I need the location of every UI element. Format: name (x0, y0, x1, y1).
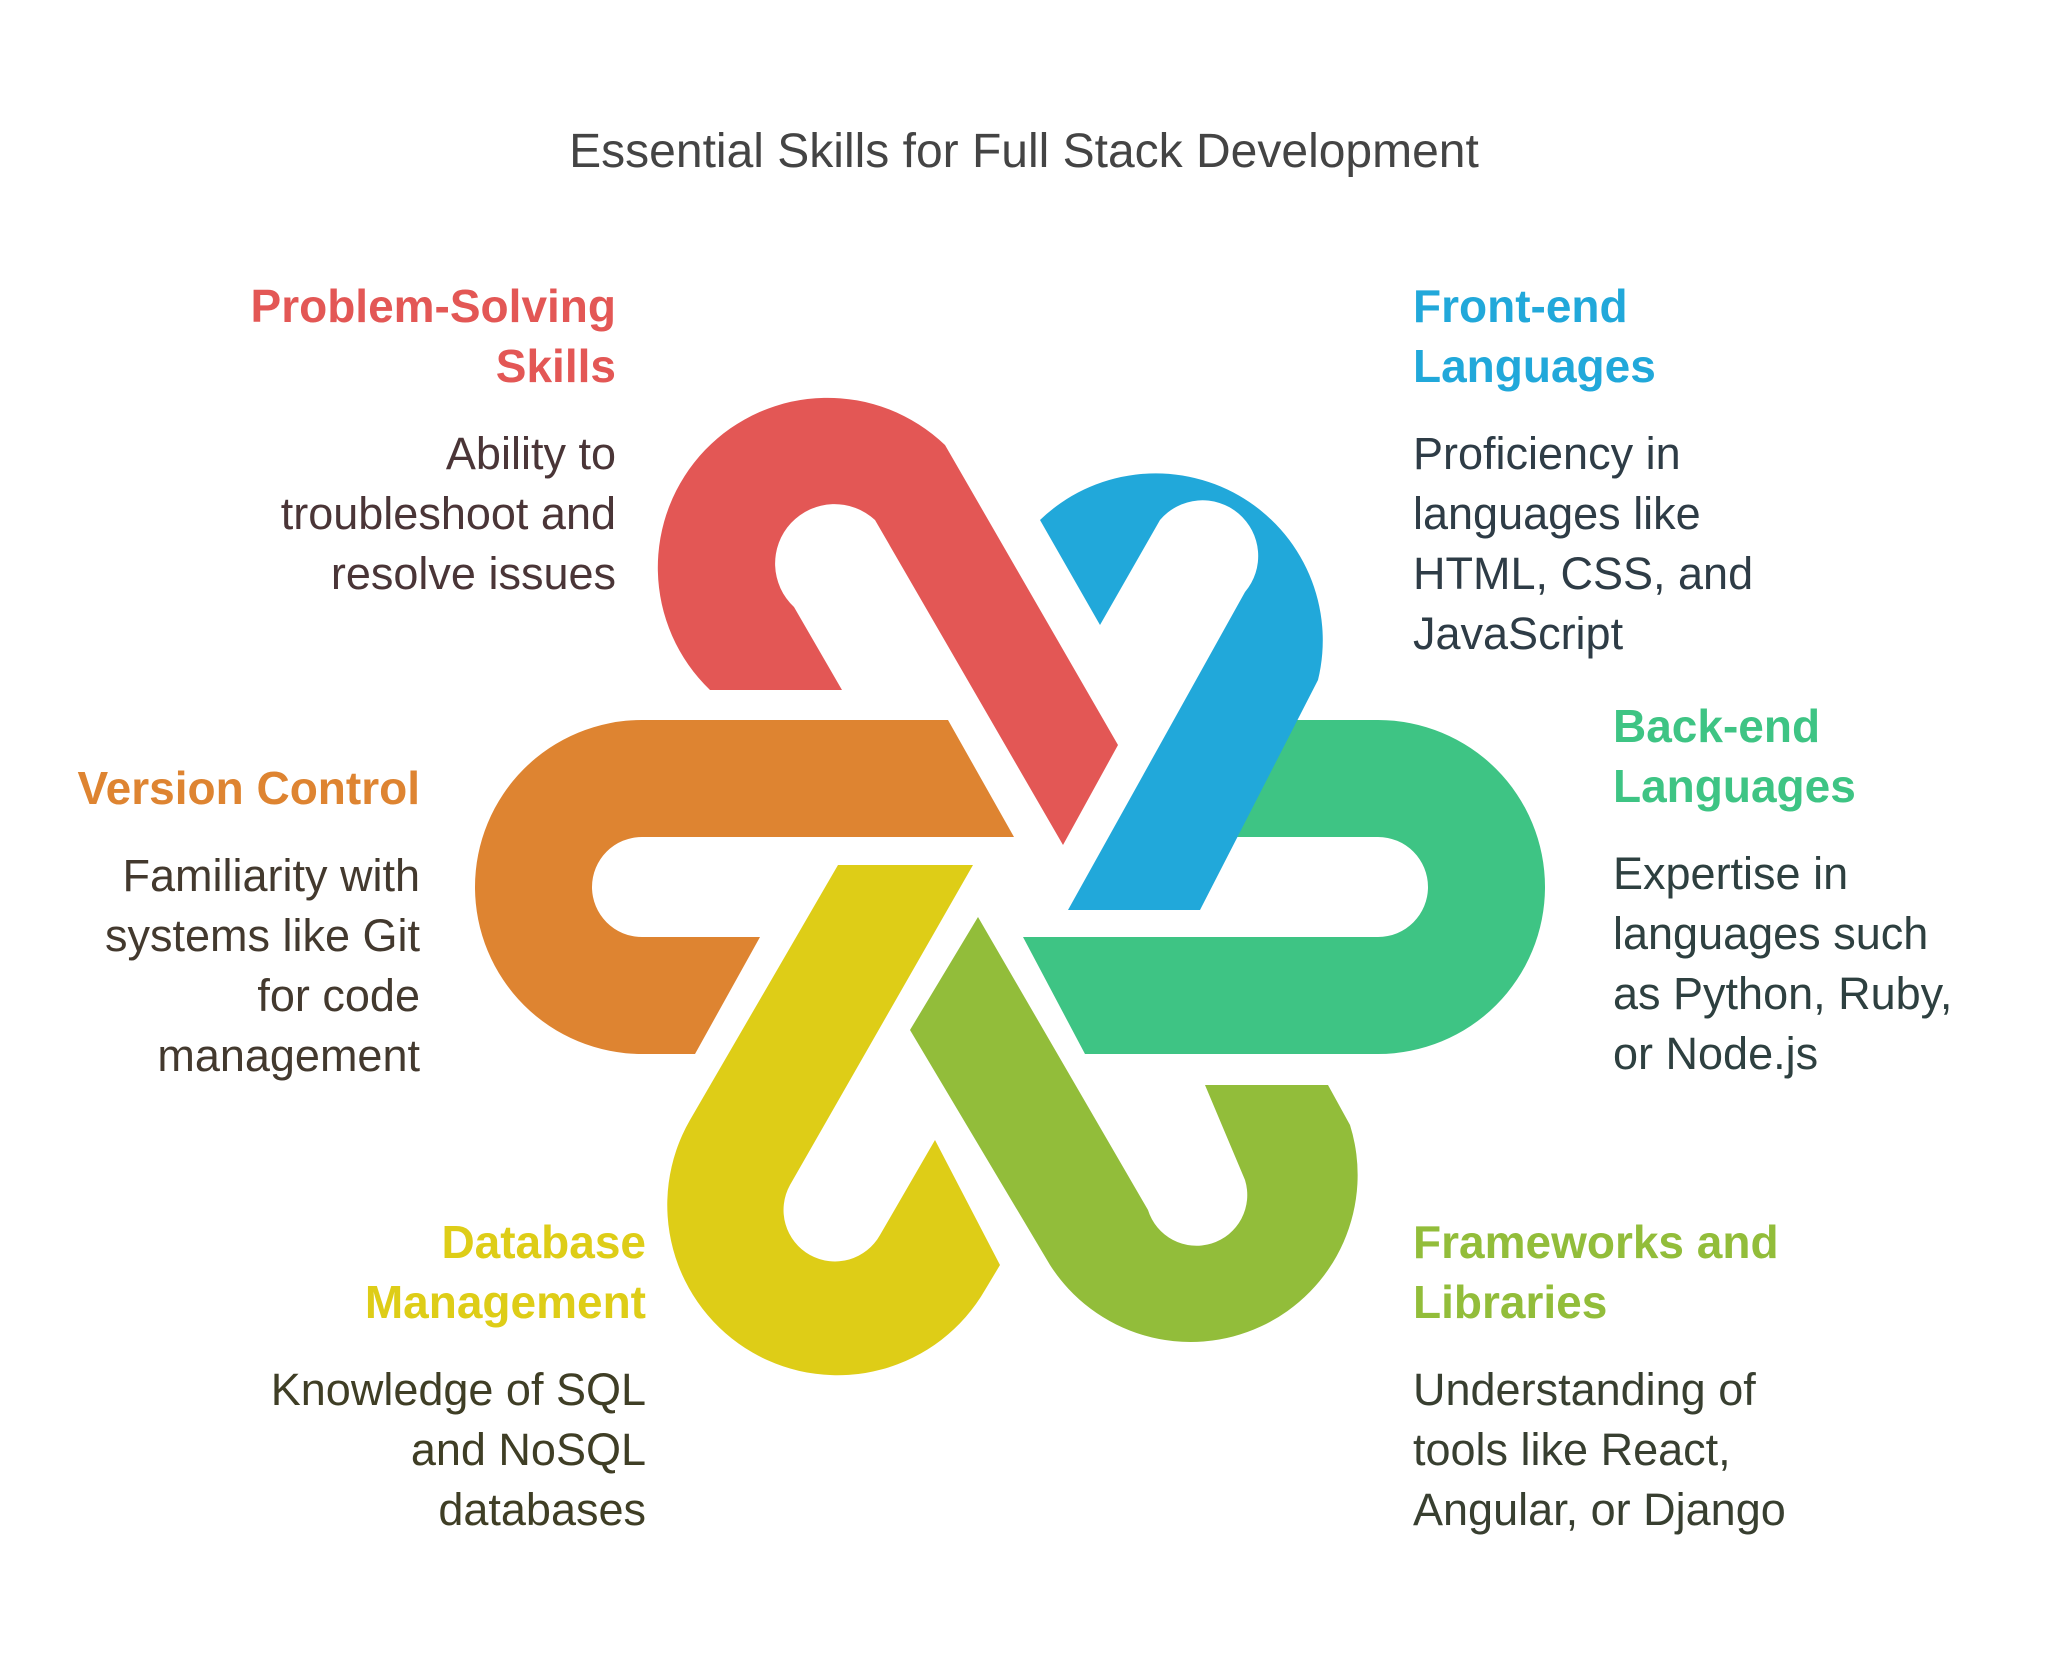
version-control-block: Version Control Familiarity with systems… (40, 758, 420, 1086)
frontend-heading: Front-end Languages (1413, 280, 1656, 392)
backend-description: Expertise in languages such as Python, R… (1613, 848, 1953, 1079)
database-description: Knowledge of SQL and NoSQL databases (270, 1364, 646, 1535)
backend-heading: Back-end Languages (1613, 700, 1856, 812)
version-control-description: Familiarity with systems like Git for co… (104, 850, 420, 1081)
frontend-block: Front-end Languages Proficiency in langu… (1413, 276, 1843, 664)
frameworks-heading: Frameworks and Libraries (1413, 1216, 1779, 1328)
database-block: Database Management Knowledge of SQL and… (230, 1212, 646, 1540)
problem-solving-block: Problem-Solving Skills Ability to troubl… (150, 276, 616, 604)
version-control-heading: Version Control (77, 762, 420, 814)
frameworks-block: Frameworks and Libraries Understanding o… (1413, 1212, 1883, 1540)
frontend-description: Proficiency in languages like HTML, CSS,… (1413, 428, 1754, 659)
backend-block: Back-end Languages Expertise in language… (1613, 696, 2033, 1084)
frameworks-description: Understanding of tools like React, Angul… (1413, 1364, 1786, 1535)
problem-solving-heading: Problem-Solving Skills (250, 280, 616, 392)
database-heading: Database Management (364, 1216, 646, 1328)
problem-solving-description: Ability to troubleshoot and resolve issu… (280, 428, 616, 599)
